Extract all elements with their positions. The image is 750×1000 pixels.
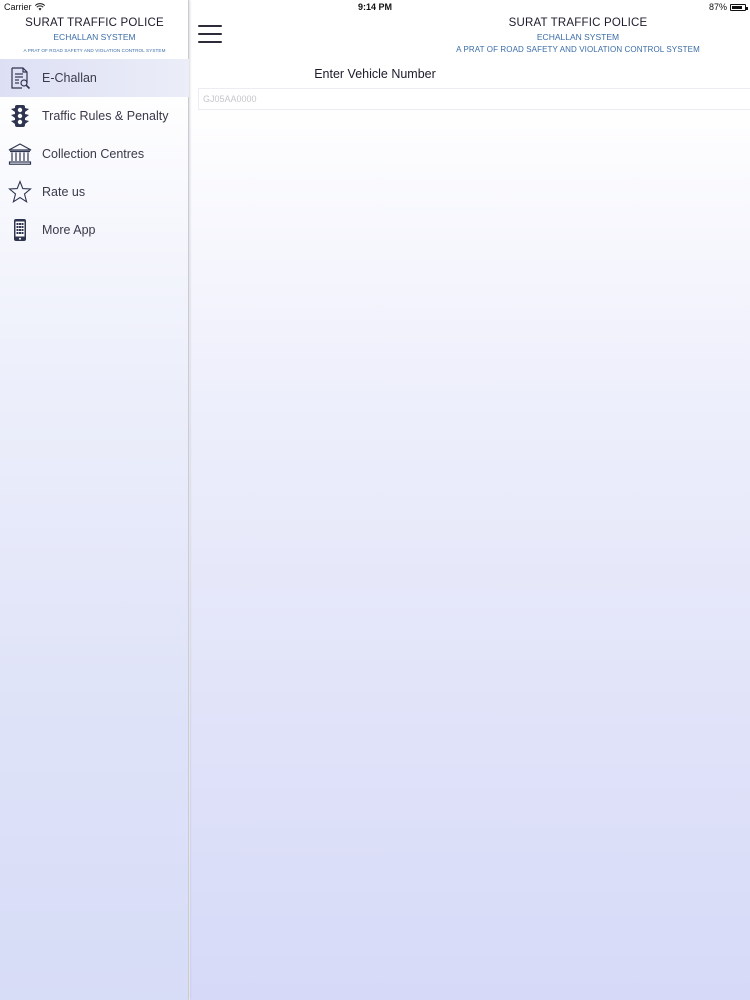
sidebar-menu: E-Challan Traffic Rules & Penalty Collec… [0, 59, 189, 249]
sidebar-item-label: More App [42, 223, 96, 237]
page-subtitle: ECHALLAN SYSTEM [536, 32, 620, 42]
sidebar-item-e-challan[interactable]: E-Challan [0, 59, 189, 97]
main-content: SURAT TRAFFIC POLICE ECHALLAN SYSTEM A P… [190, 0, 750, 1000]
vehicle-number-input[interactable] [198, 88, 750, 110]
sidebar: SURAT TRAFFIC POLICE ECHALLAN SYSTEM A P… [0, 0, 189, 1000]
traffic-light-icon [8, 104, 32, 128]
page-tagline: A PRAT OF ROAD SAFETY AND VIOLATION CONT… [456, 45, 700, 54]
sidebar-item-collection-centres[interactable]: Collection Centres [0, 135, 189, 173]
sidebar-title: SURAT TRAFFIC POLICE [25, 17, 164, 29]
sidebar-tagline: A PRAT OF ROAD SAFETY AND VIOLATION CONT… [23, 48, 166, 53]
sidebar-item-label: Rate us [42, 185, 86, 199]
status-bar: Carrier 9:14 PM 87% [0, 0, 750, 15]
bank-building-icon [8, 142, 32, 166]
main-header: SURAT TRAFFIC POLICE ECHALLAN SYSTEM A P… [368, 15, 750, 54]
sidebar-item-rate-us[interactable]: Rate us [0, 173, 189, 211]
sidebar-header: SURAT TRAFFIC POLICE ECHALLAN SYSTEM A P… [0, 15, 189, 53]
battery-indicator: 87% [708, 2, 748, 12]
status-time: 9:14 PM [357, 2, 392, 12]
phone-icon [8, 218, 32, 242]
document-search-icon [8, 66, 32, 90]
sidebar-item-traffic-rules[interactable]: Traffic Rules & Penalty [0, 97, 189, 135]
sidebar-item-label: E-Challan [42, 71, 97, 85]
battery-percent: 87% [708, 2, 727, 12]
page-title: SURAT TRAFFIC POLICE [508, 17, 648, 29]
battery-icon [730, 3, 748, 11]
sidebar-item-label: Collection Centres [42, 147, 145, 161]
sidebar-item-label: Traffic Rules & Penalty [42, 109, 169, 123]
star-icon [8, 180, 32, 204]
hamburger-menu-icon[interactable] [198, 25, 222, 45]
sidebar-item-more-app[interactable]: More App [0, 211, 189, 249]
sidebar-subtitle: ECHALLAN SYSTEM [53, 32, 136, 42]
